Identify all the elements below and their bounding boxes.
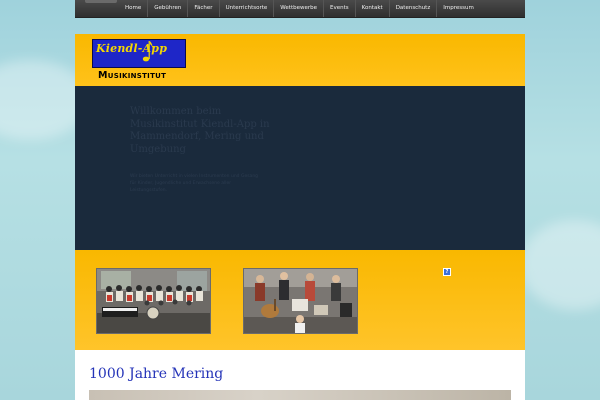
nav-item-faecher[interactable]: Fächer (187, 0, 218, 17)
ensemble-photo-image (244, 269, 357, 333)
section-title: 1000 Jahre Mering (89, 366, 224, 382)
nav-item-datenschutz[interactable]: Datenschutz (388, 0, 437, 17)
nav-item-gebuehren[interactable]: Gebühren (147, 0, 187, 17)
nav-item-unterrichtsorte[interactable]: Unterrichtsorte (218, 0, 274, 17)
logo-bottom-text: Musikinstitut (98, 70, 167, 81)
gallery-photo-ensemble[interactable] (243, 268, 358, 334)
page-container: Kiendl-App Musikinstitut Willkommen beim… (75, 34, 525, 400)
header-band: Kiendl-App Musikinstitut (75, 34, 525, 86)
logo-top-panel: Kiendl-App (92, 39, 186, 68)
section-image (89, 390, 511, 400)
nav-item-home[interactable]: Home (119, 0, 147, 17)
main-navigation: Home Gebühren Fächer Unterrichtsorte Wet… (75, 0, 525, 18)
nav-item-events[interactable]: Events (323, 0, 355, 17)
gallery-photo-orchestra[interactable] (96, 268, 211, 334)
nav-item-wettbewerbe[interactable]: Wettbewerbe (273, 0, 323, 17)
nav-item-impressum[interactable]: Impressum (436, 0, 480, 17)
music-note-icon (142, 41, 153, 62)
nav-item-kontakt[interactable]: Kontakt (354, 0, 389, 17)
hero-title: Willkommen beim Musikinstitut Kiendl-App… (130, 106, 270, 155)
hero-body: Wir bieten Unterricht in vielen Instrume… (130, 174, 259, 193)
nav-items: Home Gebühren Fächer Unterrichtsorte Wet… (119, 0, 480, 17)
hero-section: Willkommen beim Musikinstitut Kiendl-App… (75, 86, 525, 250)
logo-top-text: Kiendl-App (96, 42, 168, 55)
help-icon[interactable]: ? (443, 268, 451, 276)
orchestra-photo-image (97, 269, 210, 333)
nav-stub (85, 0, 117, 3)
site-logo[interactable]: Kiendl-App Musikinstitut (92, 39, 186, 85)
background-cloud (520, 220, 600, 310)
